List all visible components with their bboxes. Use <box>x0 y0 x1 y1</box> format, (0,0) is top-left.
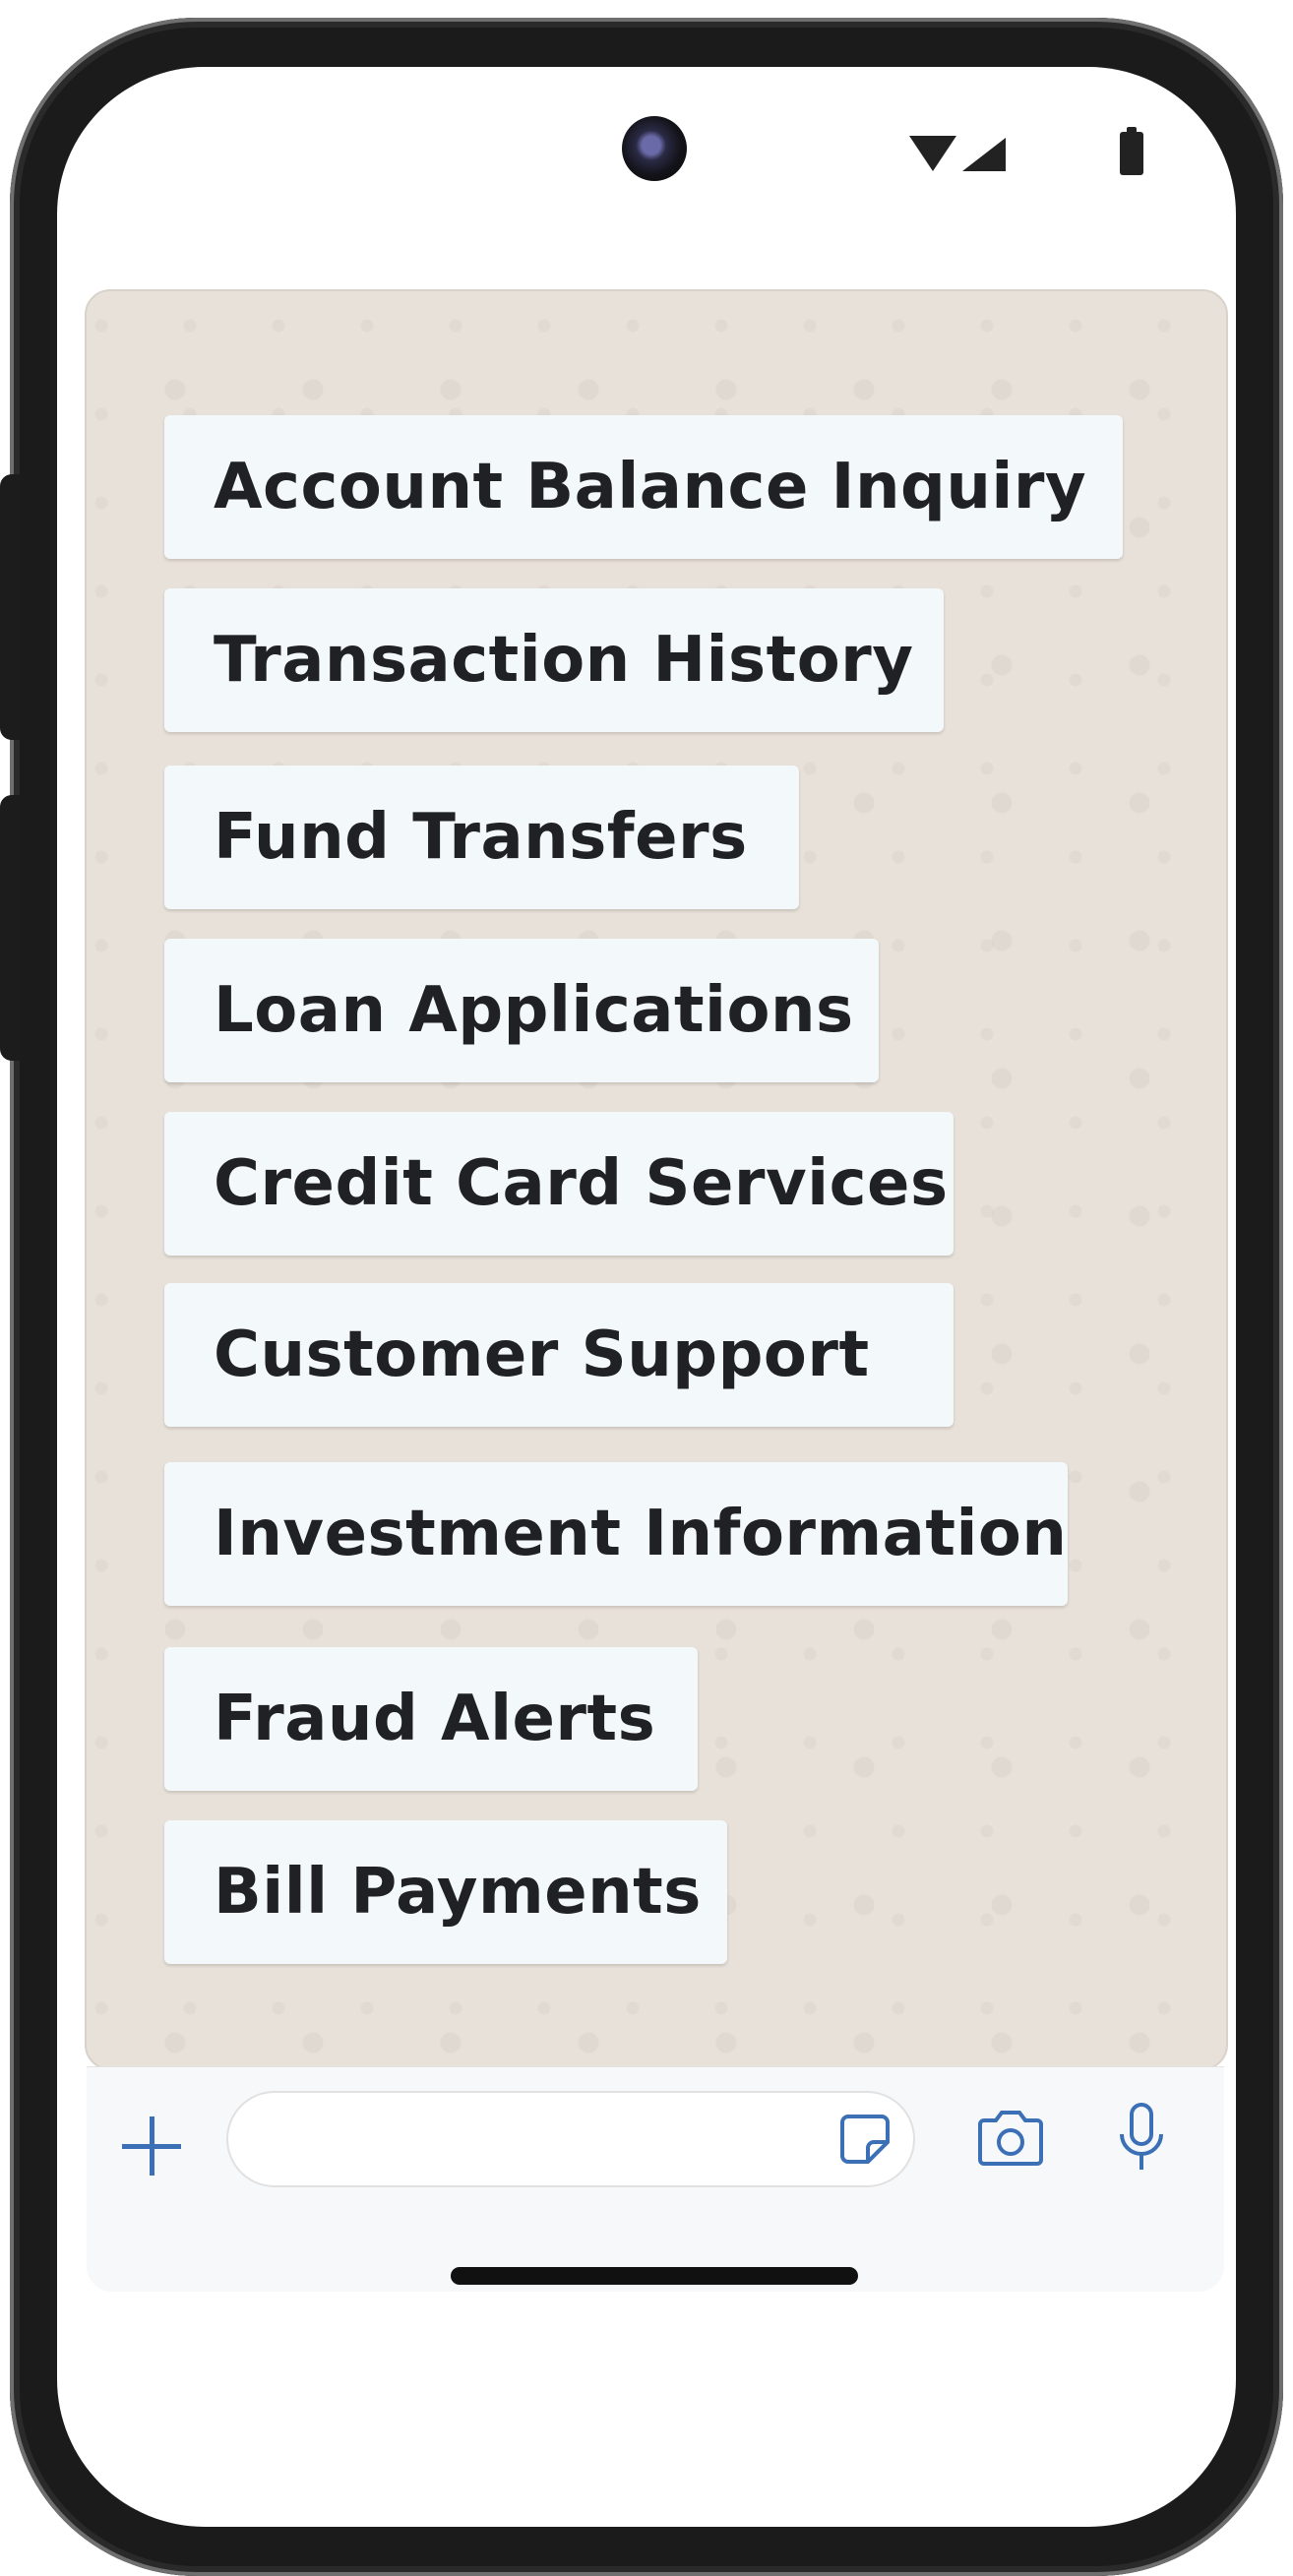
mic-icon[interactable] <box>1114 2101 1169 2176</box>
option-credit-card-services[interactable]: Credit Card Services <box>164 1112 954 1256</box>
sticker-icon[interactable] <box>838 2113 892 2166</box>
signal-icon <box>962 138 1006 171</box>
chat-area: Account Balance Inquiry Transaction Hist… <box>85 289 1228 2070</box>
option-investment-information[interactable]: Investment Information <box>164 1462 1068 1606</box>
camera-icon[interactable] <box>976 2107 1045 2170</box>
plus-icon[interactable] <box>122 2116 181 2176</box>
volume-up-button <box>0 474 22 740</box>
option-transaction-history[interactable]: Transaction History <box>164 588 944 732</box>
wifi-icon <box>909 136 956 171</box>
battery-icon <box>1120 127 1143 175</box>
option-customer-support[interactable]: Customer Support <box>164 1283 954 1427</box>
option-account-balance-inquiry[interactable]: Account Balance Inquiry <box>164 415 1123 559</box>
message-input-bar <box>87 2066 1224 2292</box>
front-camera-icon <box>622 116 687 181</box>
option-fraud-alerts[interactable]: Fraud Alerts <box>164 1647 698 1791</box>
home-indicator[interactable] <box>451 2267 858 2285</box>
option-loan-applications[interactable]: Loan Applications <box>164 939 879 1082</box>
option-bill-payments[interactable]: Bill Payments <box>164 1820 727 1964</box>
option-fund-transfers[interactable]: Fund Transfers <box>164 766 799 909</box>
volume-down-button <box>0 795 22 1061</box>
message-input[interactable] <box>226 2091 915 2187</box>
